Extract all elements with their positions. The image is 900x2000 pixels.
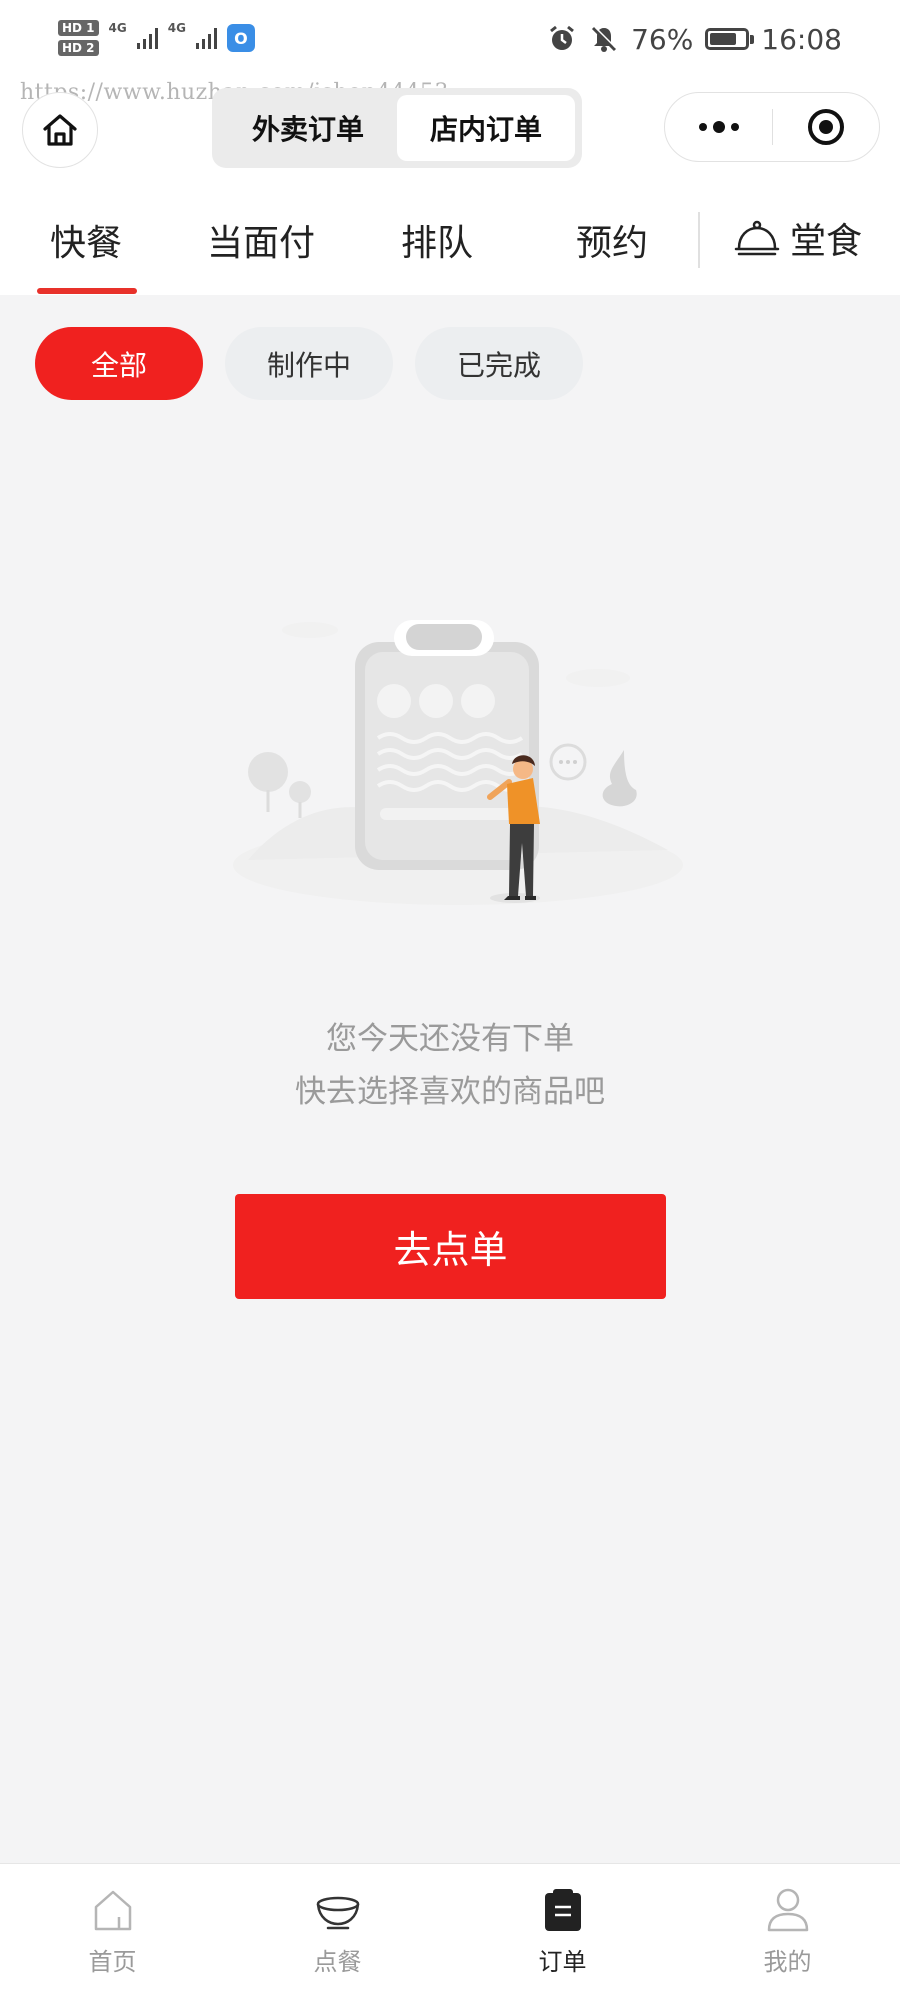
nav-home[interactable]: 首页 [0,1864,225,2000]
more-icon-dot [730,123,739,131]
tab-face-to-face-pay[interactable]: 当面付 [207,214,315,266]
order-category-tabs: 快餐 当面付 排队 预约 堂食 [0,200,900,295]
more-button[interactable] [665,93,772,161]
alarm-icon [550,25,574,50]
segment-delivery-orders[interactable]: 外卖订单 [219,95,397,161]
home-icon [43,114,77,146]
signal-group: HD 1 HD 2 4G 4G O [58,14,255,62]
mini-program-capsule [664,92,880,162]
nav-profile-label: 我的 [763,1948,812,1976]
network-type-2: 4G [167,21,186,35]
target-icon [807,109,844,145]
dine-in-selector[interactable]: 堂食 [734,212,862,264]
bottom-tab-bar: 首页 点餐 订单 我的 [0,1863,900,2000]
empty-orders-illustration [233,620,683,905]
signal-icon [136,27,158,49]
cloche-icon [734,220,780,256]
home-button[interactable] [22,92,98,168]
network-type-1: 4G [108,21,127,35]
tab-reservation[interactable]: 预约 [576,214,648,266]
close-button[interactable] [773,93,879,161]
clock: 16:08 [761,22,842,56]
battery-level [710,33,737,45]
user-icon [764,1886,812,1934]
empty-message-line2: 快去选择喜欢的商品吧 [295,1074,605,1110]
filter-completed[interactable]: 已完成 [415,327,583,400]
sim1-badge: HD 1 [58,20,99,36]
tab-fast-food[interactable]: 快餐 [50,214,122,266]
app-notification-icon: O [226,24,255,52]
sim-badges: HD 1 HD 2 [58,20,99,56]
battery-percent: 76% [631,22,694,56]
tab-queue[interactable]: 排队 [401,214,473,266]
status-filters: 全部 制作中 已完成 [35,327,583,400]
filter-in-progress[interactable]: 制作中 [225,327,393,400]
sim2-badge: HD 2 [58,40,99,56]
nav-orders-label: 订单 [538,1948,587,1976]
more-icon-dot [712,121,725,133]
more-icon [698,123,707,131]
order-type-switch: 外卖订单 店内订单 [212,88,582,168]
empty-message-line1: 您今天还没有下单 [326,1021,574,1057]
nav-orders[interactable]: 订单 [450,1864,675,2000]
home-outline-icon [89,1886,137,1934]
go-order-button[interactable]: 去点单 [235,1194,666,1299]
status-bar: HD 1 HD 2 4G 4G O 76% 16:08 [0,0,900,78]
active-tab-indicator [37,288,137,294]
bowl-icon [314,1886,362,1934]
nav-home-label: 首页 [88,1948,137,1976]
status-right: 76% 16:08 [547,18,842,60]
filter-all[interactable]: 全部 [35,327,203,400]
signal-icon [195,27,217,49]
nav-order-food[interactable]: 点餐 [225,1864,450,2000]
nav-profile[interactable]: 我的 [675,1864,900,2000]
tab-divider [698,212,700,268]
segment-in-store-orders[interactable]: 店内订单 [397,95,575,161]
mute-icon [592,26,617,52]
battery-icon [705,28,755,50]
order-list-icon [539,1886,587,1934]
dine-in-label: 堂食 [790,221,863,262]
nav-order-food-label: 点餐 [313,1948,362,1976]
